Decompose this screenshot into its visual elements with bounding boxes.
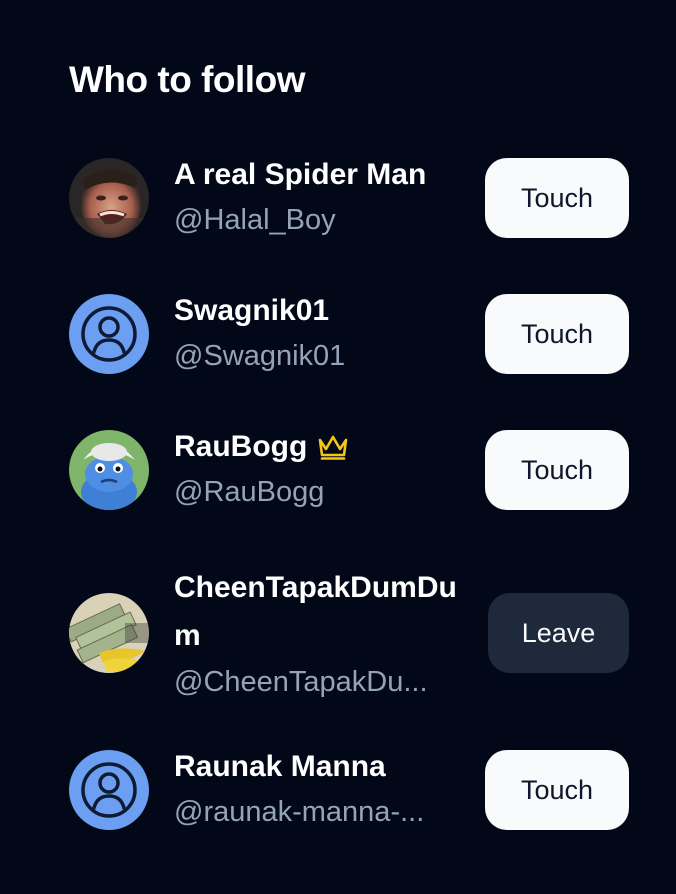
default-user-icon [81,306,137,362]
user-name-row: RauBogg [174,428,459,466]
user-name: CheenTapakDumDum [174,571,457,652]
suggestion-row: Swagnik01 @Swagnik01 Touch [69,292,629,376]
touch-button[interactable]: Touch [485,158,629,238]
user-handle: @RauBogg [174,476,325,508]
suggestion-row: A real Spider Man @Halal_Boy Touch [69,156,629,240]
user-name: Swagnik01 [174,294,330,327]
suggestion-row: CheenTapakDumDum @CheenTapakDu... Leave [69,564,629,702]
avatar[interactable] [69,158,149,238]
default-user-icon [81,762,137,818]
user-name: RauBogg [174,430,308,463]
suggestion-row: Raunak Manna @raunak-manna-... Touch [69,748,629,832]
user-handle: @Halal_Boy [174,204,336,236]
avatar[interactable] [69,430,149,510]
avatar[interactable] [69,294,149,374]
user-name: Raunak Manna [174,750,386,783]
touch-button[interactable]: Touch [485,430,629,510]
suggestion-row: RauBogg @RauBogg Touch [69,428,629,512]
who-to-follow-panel: Who to follow A real Spider Man @Halal_B… [0,0,676,894]
crown-icon [317,433,349,461]
avatar[interactable] [69,750,149,830]
touch-button[interactable]: Touch [485,750,629,830]
leave-button[interactable]: Leave [488,593,629,673]
avatar[interactable] [69,593,149,673]
touch-button[interactable]: Touch [485,294,629,374]
user-name: A real Spider Man [174,158,427,191]
user-handle: @Swagnik01 [174,340,346,372]
section-title: Who to follow [69,59,305,100]
user-handle: @CheenTapakDu... [174,666,428,698]
user-handle: @raunak-manna-... [174,796,425,828]
